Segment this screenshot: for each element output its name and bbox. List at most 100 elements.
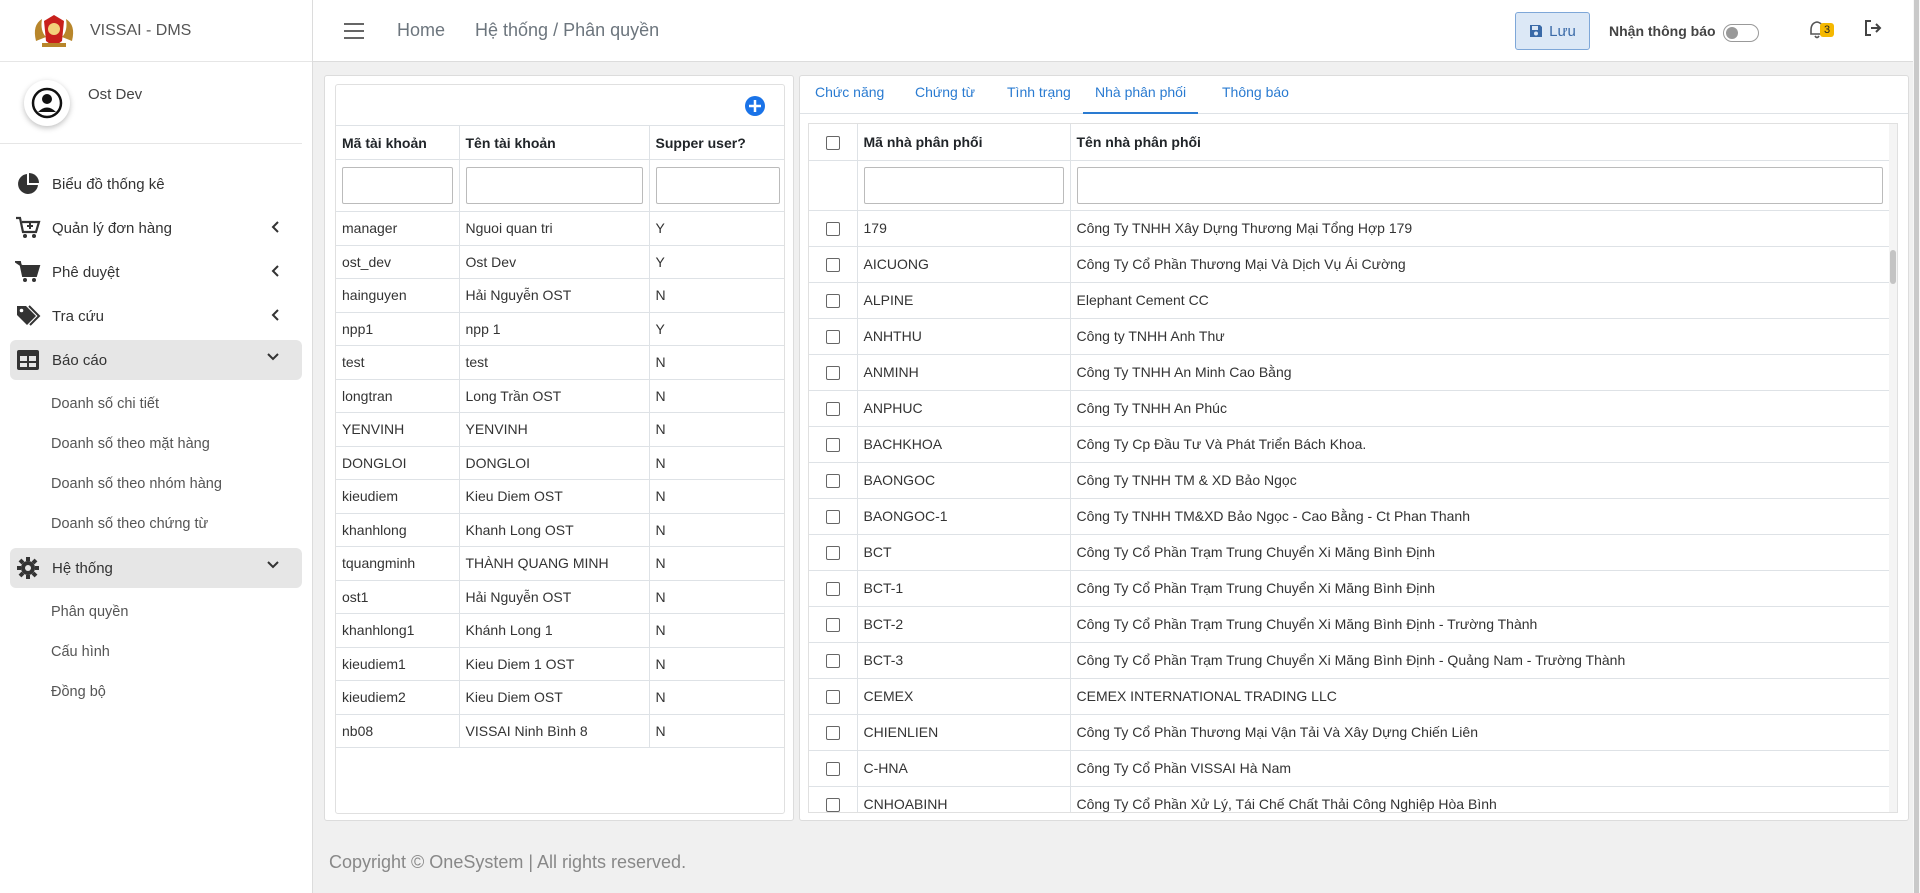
submenu-report-detail[interactable]: Doanh số chi tiết (10, 384, 302, 424)
sidebar-item-approval[interactable]: Phê duyệt (10, 252, 302, 292)
logout-icon[interactable] (1863, 18, 1883, 38)
account-code-link[interactable]: kieudiem (336, 479, 460, 514)
table-row[interactable]: test test N (336, 345, 784, 380)
breadcrumb[interactable]: Hệ thống / Phân quyền (475, 20, 659, 41)
table-row[interactable]: BCT-2 Công Ty Cổ Phần Trạm Trung Chuyển X… (809, 606, 1889, 643)
row-checkbox[interactable] (825, 690, 840, 705)
sidebar-item-system[interactable]: Hệ thống (10, 548, 302, 588)
table-row[interactable]: CEMEX CEMEX INTERNATIONAL TRADING LLC (809, 678, 1889, 715)
scrollbar-thumb[interactable] (1890, 250, 1896, 284)
submenu-permissions[interactable]: Phân quyền (10, 592, 302, 632)
row-checkbox[interactable] (825, 654, 840, 669)
account-code-link[interactable]: tquangminh (336, 546, 460, 581)
hamburger-menu-icon[interactable] (343, 22, 365, 40)
filter-account-code-input[interactable] (342, 167, 453, 204)
sidebar-item-orders[interactable]: Quản lý đơn hàng (10, 208, 302, 248)
row-checkbox[interactable] (825, 294, 840, 309)
save-button[interactable]: Lưu (1515, 12, 1590, 50)
table-row[interactable]: CHIENLIEN Công Ty Cổ Phần Thương Mại Vận … (809, 714, 1889, 751)
page-scrollbar-thumb[interactable] (1914, 0, 1919, 893)
table-row[interactable]: BCT Công Ty Cổ Phần Trạm Trung Chuyển Xi … (809, 534, 1889, 571)
table-row[interactable]: BCT-3 Công Ty Cổ Phần Trạm Trung Chuyển X… (809, 642, 1889, 679)
sidebar-item-statistics[interactable]: Biểu đồ thống kê (10, 164, 302, 204)
col-account-code[interactable]: Mã tài khoản (336, 125, 460, 160)
table-row[interactable]: kieudiem1 Kieu Diem 1 OST N (336, 647, 784, 681)
table-row[interactable]: khanhlong1 Khánh Long 1N (336, 613, 784, 648)
table-row[interactable]: kieudiem Kieu Diem OST N (336, 479, 784, 514)
avatar[interactable] (24, 79, 70, 126)
table-row[interactable]: BAONGOC-1 Công Ty TNHH TM&XD Bảo Ngọc - C… (809, 498, 1889, 535)
submenu-report-by-voucher[interactable]: Doanh số theo chứng từ (10, 504, 302, 544)
account-code-link[interactable]: kieudiem1 (336, 647, 460, 681)
account-code-link[interactable]: ost1 (336, 580, 460, 614)
row-checkbox[interactable] (825, 546, 840, 561)
table-row[interactable]: npp1 npp 1Y (336, 312, 784, 346)
select-all-checkbox[interactable] (825, 135, 840, 150)
row-checkbox[interactable] (825, 726, 840, 741)
tab-status[interactable]: Tình trạng (995, 76, 1083, 114)
table-row[interactable]: nb08 VISSAI Ninh Bình 8N (336, 714, 784, 748)
account-code-link[interactable]: manager (336, 211, 460, 246)
account-code-link[interactable]: YENVINH (336, 412, 460, 447)
row-checkbox[interactable] (825, 618, 840, 633)
account-code-link[interactable]: test (336, 345, 460, 380)
row-checkbox[interactable] (825, 366, 840, 381)
account-code-link[interactable]: hainguyen (336, 278, 460, 313)
table-row[interactable]: kieudiem2 Kieu Diem OST N (336, 680, 784, 715)
add-circle-icon[interactable] (744, 95, 766, 117)
row-checkbox[interactable] (825, 402, 840, 417)
row-checkbox[interactable] (825, 762, 840, 777)
table-row[interactable]: hainguyen Hải Nguyễn OST N (336, 278, 784, 313)
table-row[interactable]: AICUONG Công Ty Cổ Phần Thương Mại Và Dịc… (809, 246, 1889, 283)
table-row[interactable]: ost_dev Ost Dev Y (336, 245, 784, 279)
submenu-config[interactable]: Cấu hình (10, 632, 302, 672)
table-row[interactable]: YENVINH YENVINH N (336, 412, 784, 447)
tab-functions[interactable]: Chức năng (803, 76, 896, 114)
table-row[interactable]: 179 Công Ty TNHH Xây Dựng Thương Mại Tổng… (809, 210, 1889, 247)
table-row[interactable]: longtran Long Trần OST N (336, 379, 784, 413)
row-checkbox[interactable] (825, 222, 840, 237)
row-checkbox[interactable] (825, 474, 840, 489)
tab-vouchers[interactable]: Chứng từ (903, 76, 987, 114)
col-account-name[interactable]: Tên tài khoản (459, 125, 650, 160)
submenu-report-by-group[interactable]: Doanh số theo nhóm hàng (10, 464, 302, 504)
notify-toggle[interactable] (1723, 24, 1759, 42)
table-row[interactable]: ALPINE Elephant Cement CC (809, 282, 1889, 319)
row-checkbox[interactable] (825, 330, 840, 345)
user-block[interactable]: Ost Dev (0, 62, 302, 144)
col-distributor-name[interactable]: Tên nhà phân phối (1070, 124, 1889, 161)
table-row[interactable]: BACHKHOA Công Ty Cp Đầu Tư Và Phát Triển … (809, 426, 1889, 463)
distributors-scrollbar[interactable] (1889, 124, 1897, 812)
account-code-link[interactable]: khanhlong (336, 513, 460, 547)
table-row[interactable]: C-HNA Công Ty Cổ Phần VISSAI Hà Nam (809, 750, 1889, 787)
row-checkbox[interactable] (825, 582, 840, 597)
nav-home-link[interactable]: Home (397, 20, 445, 41)
table-row[interactable]: ANPHUC Công Ty TNHH An Phúc (809, 390, 1889, 427)
account-code-link[interactable]: npp1 (336, 312, 460, 346)
sidebar-item-lookup[interactable]: Tra cứu (10, 296, 302, 336)
table-row[interactable]: ost1 Hải Nguyễn OST N (336, 580, 784, 614)
col-superuser[interactable]: Supper user? (649, 125, 784, 160)
submenu-sync[interactable]: Đồng bộ (10, 672, 302, 712)
filter-distributor-name-input[interactable] (1076, 166, 1883, 204)
table-row[interactable]: manager Nguoi quan tri Y (336, 211, 784, 246)
table-row[interactable]: tquangminh THÀNH QUANG MINH N (336, 546, 784, 581)
row-checkbox[interactable] (825, 258, 840, 273)
table-row[interactable]: khanhlong Khanh Long OST N (336, 513, 784, 547)
col-distributor-code[interactable]: Mã nhà phân phối (857, 124, 1071, 161)
filter-superuser-input[interactable] (655, 167, 780, 204)
row-checkbox[interactable] (825, 798, 840, 812)
sidebar-item-reports[interactable]: Báo cáo (10, 340, 302, 380)
row-checkbox[interactable] (825, 438, 840, 453)
submenu-report-by-product[interactable]: Doanh số theo mặt hàng (10, 424, 302, 464)
account-code-link[interactable]: DONGLOI (336, 446, 460, 480)
filter-distributor-code-input[interactable] (863, 166, 1064, 204)
account-code-link[interactable]: ost_dev (336, 245, 460, 279)
account-code-link[interactable]: nb08 (336, 714, 460, 748)
tab-notifications[interactable]: Thông báo (1210, 76, 1301, 114)
table-row[interactable]: DONGLOI DONGLOI N (336, 446, 784, 480)
row-checkbox[interactable] (825, 510, 840, 525)
table-row[interactable]: ANHTHU Công ty TNHH Anh Thư (809, 318, 1889, 355)
account-code-link[interactable]: longtran (336, 379, 460, 413)
filter-account-name-input[interactable] (465, 167, 643, 204)
